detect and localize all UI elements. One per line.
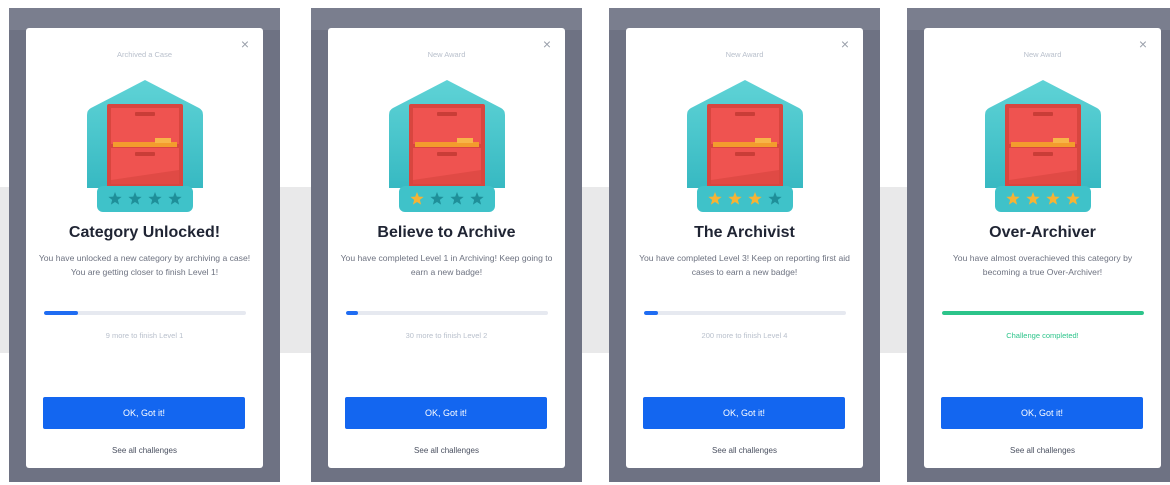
modal-kicker: Archived a Case [116,50,173,59]
award-modal: × New Award Believe to Archive You have … [328,28,565,468]
filing-cabinet-icon [983,78,1103,213]
ok-got-it-button[interactable]: OK, Got it! [43,397,245,429]
progress-status: 30 more to finish Level 2 [405,331,488,340]
modal-kicker: New Award [1023,50,1062,59]
see-all-challenges-link[interactable]: See all challenges [26,446,263,455]
award-description: You have completed Level 3! Keep on repo… [639,253,850,277]
progress-status: 9 more to finish Level 1 [105,331,184,340]
progress-bar [941,311,1144,315]
screen-1: × Archived a Case Category Unlocked! You… [9,8,280,482]
filing-cabinet-icon [685,78,805,213]
award-title: Over-Archiver [989,224,1096,241]
close-icon[interactable]: × [539,36,555,52]
award-description: You have completed Level 1 in Archiving!… [340,253,553,277]
ok-got-it-button[interactable]: OK, Got it! [345,397,547,429]
close-icon[interactable]: × [237,36,253,52]
filing-cabinet-icon [387,78,507,213]
progress-fill [941,311,1144,315]
close-icon[interactable]: × [837,36,853,52]
award-modal: × New Award The Archivist You have compl… [626,28,863,468]
screen-3: × New Award The Archivist You have compl… [609,8,880,482]
ok-got-it-button[interactable]: OK, Got it! [941,397,1143,429]
progress-fill [43,311,78,315]
award-description: You have almost overachieved this catego… [952,253,1133,277]
award-title: The Archivist [694,224,795,241]
award-title: Category Unlocked! [68,224,221,241]
close-icon[interactable]: × [1135,36,1151,52]
modal-kicker: New Award [725,50,764,59]
award-description: You have unlocked a new category by arch… [38,253,251,277]
filing-cabinet-icon [85,78,205,213]
progress-fill [345,311,358,315]
progress-status: 200 more to finish Level 4 [701,331,788,340]
progress-fill [643,311,658,315]
award-modal: × Archived a Case Category Unlocked! You… [26,28,263,468]
ok-got-it-button[interactable]: OK, Got it! [643,397,845,429]
award-modal: × New Award Over-Archiver You have almos… [924,28,1161,468]
modal-kicker: New Award [427,50,466,59]
screen-4: × New Award Over-Archiver You have almos… [907,8,1170,482]
progress-bar [643,311,846,315]
progress-bar [43,311,246,315]
see-all-challenges-link[interactable]: See all challenges [924,446,1161,455]
award-title: Believe to Archive [377,224,516,241]
screen-2: × New Award Believe to Archive You have … [311,8,582,482]
progress-status: Challenge completed! [1006,331,1079,340]
see-all-challenges-link[interactable]: See all challenges [626,446,863,455]
progress-bar [345,311,548,315]
see-all-challenges-link[interactable]: See all challenges [328,446,565,455]
